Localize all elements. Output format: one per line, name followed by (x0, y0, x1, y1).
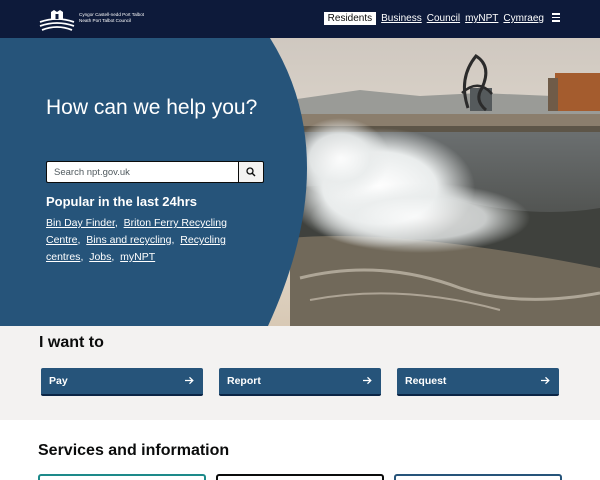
report-button[interactable]: Report (219, 368, 381, 396)
arrow-right-icon (363, 376, 372, 385)
request-label: Request (405, 375, 447, 387)
hero-title: How can we help you? (46, 96, 258, 119)
pay-label: Pay (49, 375, 68, 387)
popular-title: Popular in the last 24hrs (46, 194, 197, 209)
main-nav: Residents Business Council myNPT Cymraeg (323, 12, 544, 25)
nav-mynpt[interactable]: myNPT (465, 12, 498, 25)
nav-cymraeg[interactable]: Cymraeg (503, 12, 544, 25)
search-bar (46, 161, 264, 183)
link-bin-day-finder[interactable]: Bin Day Finder (46, 217, 115, 229)
request-button[interactable]: Request (397, 368, 559, 396)
arrow-right-icon (185, 376, 194, 385)
site-header: Cyngor Castell-nedd Port Talbot Neath Po… (0, 0, 600, 38)
search-icon (246, 167, 256, 177)
search-button[interactable] (238, 161, 264, 183)
service-card[interactable] (38, 474, 206, 480)
menu-icon[interactable] (552, 13, 560, 23)
services-title: Services and information (38, 442, 230, 459)
council-logo-icon[interactable] (38, 7, 76, 31)
popular-links: Bin Day Finder, Briton Ferry Recycling C… (46, 217, 227, 263)
nav-residents[interactable]: Residents (323, 12, 377, 25)
i-want-to-title: I want to (39, 334, 104, 351)
service-card[interactable] (216, 474, 384, 480)
council-name: Cyngor Castell-nedd Port Talbot Neath Po… (79, 12, 144, 24)
report-label: Report (227, 375, 261, 387)
hero-section: How can we help you? Popular in the last… (0, 38, 600, 326)
nav-business[interactable]: Business (381, 12, 422, 25)
link-bins-and-recycling[interactable]: Bins and recycling (86, 234, 171, 246)
link-jobs[interactable]: Jobs (89, 251, 111, 263)
nav-council[interactable]: Council (427, 12, 460, 25)
arrow-right-icon (541, 376, 550, 385)
service-card[interactable] (394, 474, 562, 480)
i-want-to-section: I want to Pay Report Request (0, 326, 600, 420)
link-mynpt[interactable]: myNPT (120, 251, 155, 263)
search-input[interactable] (46, 161, 238, 183)
council-name-english: Neath Port Talbot Council (79, 18, 132, 23)
pay-button[interactable]: Pay (41, 368, 203, 396)
